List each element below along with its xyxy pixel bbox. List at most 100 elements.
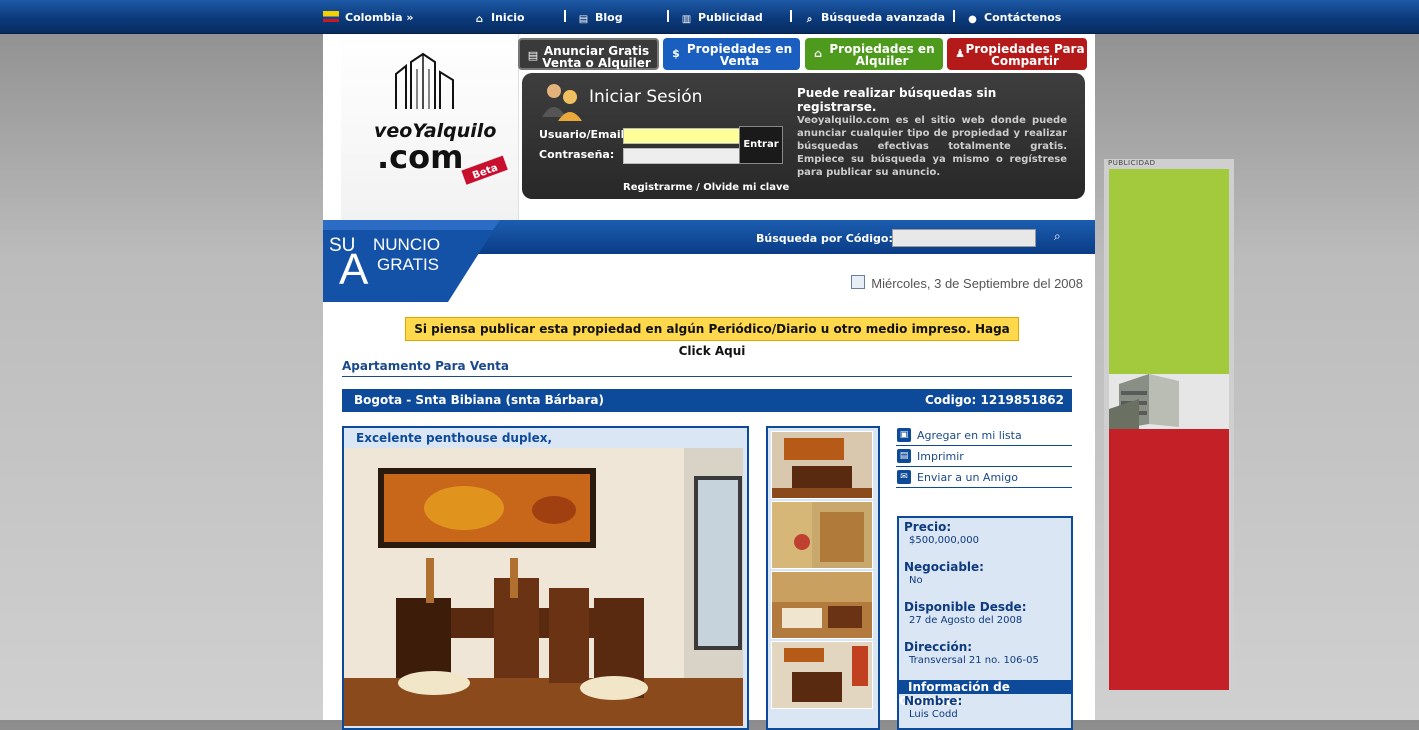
send-to-friend-action[interactable]: ✉ Enviar a un Amigo (896, 468, 1072, 488)
main-photo-panel: Excelente penthouse duplex, (342, 426, 749, 730)
page-container: veoYalquilo .com Beta ▤ Anunciar Gratis … (323, 34, 1095, 730)
nav-publicidad-label: Publicidad (698, 11, 763, 24)
banner-text-gratis: GRATIS (377, 255, 439, 274)
banner-text-a: A (339, 245, 369, 294)
envelope-icon: ✉ (897, 470, 911, 484)
add-to-list-label: Agregar en mi lista (917, 429, 1022, 442)
heading-divider (342, 376, 1072, 377)
printer-icon: ▤ (897, 449, 911, 463)
address-label: Dirección: (904, 640, 973, 654)
username-input[interactable] (623, 128, 741, 144)
country-label: Colombia » (345, 11, 414, 24)
contact-info-header: Información de Contacto (899, 680, 1071, 708)
password-input[interactable] (623, 148, 741, 164)
add-to-list-action[interactable]: ▣ Agregar en mi lista (896, 426, 1072, 446)
tab-propiedades-venta[interactable]: $ Propiedades en Venta (663, 38, 800, 70)
nav-contactenos[interactable]: ● Contáctenos (967, 11, 1061, 25)
forgot-password-link[interactable]: Olvide mi clave (703, 182, 789, 193)
tab-alquiler-label: Propiedades en Alquiler (829, 42, 935, 68)
print-label: Imprimir (917, 450, 964, 463)
property-location: Bogota - Snta Bibiana (snta Bárbara) (354, 393, 605, 407)
negotiable-value: No (909, 575, 923, 586)
username-label: Usuario/Email: (539, 128, 629, 141)
nav-publicidad[interactable]: ▥ Publicidad (681, 11, 763, 25)
home-icon: ⌂ (475, 14, 484, 25)
property-type-heading: Apartamento Para Venta (342, 359, 509, 373)
login-links: Registrarme / Olvide mi clave (623, 182, 789, 193)
code-search-input[interactable] (892, 229, 1036, 247)
search-icon[interactable]: ⌕ (1054, 229, 1061, 244)
floppy-disk-icon: ▣ (897, 428, 911, 442)
print-action[interactable]: ▤ Imprimir (896, 447, 1072, 467)
negotiable-label: Negociable: (904, 560, 984, 574)
su-anuncio-gratis-banner[interactable]: SU NUNCIO A GRATIS (323, 220, 500, 302)
ad-image-bottom (1109, 429, 1229, 690)
property-details-panel: Precio: $500,000,000 Negociable: No Disp… (897, 516, 1073, 730)
tab-propiedades-alquiler[interactable]: ⌂ Propiedades en Alquiler (805, 38, 943, 70)
thumbnail-photo[interactable] (771, 501, 873, 569)
contact-name-value: Luis Codd (909, 709, 958, 720)
document-icon: ▤ (527, 49, 539, 62)
thumbnail-photo[interactable] (771, 641, 873, 709)
property-location-bar: Bogota - Snta Bibiana (snta Bárbara) Cod… (342, 389, 1072, 412)
property-code: Codigo: 1219851862 (924, 393, 1064, 407)
nav-blog[interactable]: ▤ Blog (578, 11, 623, 25)
tab-anunciar-gratis[interactable]: ▤ Anunciar Gratis Venta o Alquiler (518, 38, 659, 70)
publicidad-icon: ▥ (681, 14, 692, 25)
money-bag-icon: $ (672, 47, 680, 60)
photo-caption: Excelente penthouse duplex, (356, 431, 553, 445)
country-selector[interactable]: Colombia » (323, 11, 413, 24)
calendar-icon (851, 275, 866, 289)
main-property-photo[interactable] (344, 448, 743, 726)
contact-name-label: Nombre: (904, 694, 963, 708)
tab-compartir-label: Propiedades Para Compartir (965, 42, 1085, 68)
advertisement-label: PUBLICIDAD (1108, 159, 1156, 167)
logo-graphic: veoYalquilo .com Beta (374, 52, 508, 185)
tab-anunciar-label: Anunciar Gratis Venta o Alquiler (542, 44, 651, 70)
nav-inicio[interactable]: ⌂ Inicio (474, 11, 525, 25)
logo-brand-bottom: .com (377, 138, 463, 176)
nav-divider (953, 10, 955, 22)
nav-divider (564, 10, 566, 22)
password-label: Contraseña: (539, 148, 615, 161)
blog-icon: ▤ (578, 14, 589, 25)
nav-divider (667, 10, 669, 22)
current-date: Miércoles, 3 de Septiembre del 2008 (843, 275, 1083, 291)
house-icon: ⌂ (814, 47, 822, 60)
price-value: $500,000,000 (909, 535, 979, 546)
nav-contactenos-label: Contáctenos (984, 11, 1062, 24)
available-from-label: Disponible Desde: (904, 600, 1027, 614)
nav-divider (790, 10, 792, 22)
users-icon (542, 84, 582, 121)
print-notice-link[interactable]: Si piensa publicar esta propiedad en alg… (405, 317, 1019, 358)
person-icon: ● (968, 14, 977, 25)
login-links-separator: / (696, 182, 700, 193)
thumbnail-photo[interactable] (771, 431, 873, 499)
info-heading: Puede realizar búsquedas sin registrarse… (797, 86, 997, 114)
logo-beta-badge: Beta (471, 162, 499, 181)
address-value: Transversal 21 no. 106-05 (909, 655, 1039, 666)
nav-busqueda-avanzada[interactable]: ⌕ Búsqueda avanzada (804, 11, 945, 25)
info-text: Veoyalquilo.com es el sitio web donde pu… (797, 115, 1067, 178)
code-search-label: Búsqueda por Código: (756, 232, 893, 245)
login-submit-button[interactable]: Entrar (739, 126, 783, 164)
property-actions: ▣ Agregar en mi lista ▤ Imprimir ✉ Envia… (896, 426, 1072, 489)
search-icon: ⌕ (806, 14, 813, 25)
advertisement-panel[interactable]: PUBLICIDAD (1104, 159, 1234, 694)
tab-propiedades-compartir[interactable]: ♟ Propiedades Para Compartir (947, 38, 1087, 70)
thumbnail-photo[interactable] (771, 571, 873, 639)
photo-thumbnails (766, 426, 880, 730)
send-to-friend-label: Enviar a un Amigo (917, 471, 1018, 484)
nav-inicio-label: Inicio (491, 11, 525, 24)
colombia-flag-icon (323, 11, 339, 22)
available-from-value: 27 de Agosto del 2008 (909, 615, 1023, 626)
top-navigation-bar: Colombia » ⌂ Inicio ▤ Blog ▥ Publicidad ⌕ Bú… (0, 0, 1419, 34)
tab-venta-label: Propiedades en Venta (686, 42, 793, 68)
nav-busqueda-label: Búsqueda avanzada (821, 11, 946, 24)
login-panel: Iniciar Sesión Usuario/Email: Contraseña… (522, 73, 1085, 199)
register-link[interactable]: Registrarme (623, 182, 693, 193)
people-icon: ♟ (955, 47, 965, 60)
login-title: Iniciar Sesión (589, 87, 703, 107)
ad-image-top (1109, 169, 1229, 429)
site-logo[interactable]: veoYalquilo .com Beta (341, 34, 519, 220)
